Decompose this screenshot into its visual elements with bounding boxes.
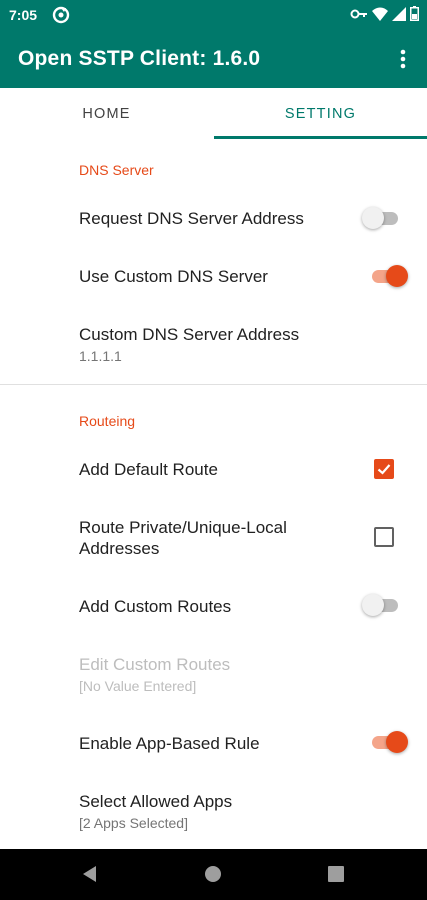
section-header-dns: DNS Server <box>79 162 154 178</box>
signal-icon <box>392 6 406 26</box>
request-dns-switch[interactable] <box>362 207 400 229</box>
status-time: 7:05 <box>9 7 38 23</box>
request-dns-label: Request DNS Server Address <box>79 209 304 228</box>
custom-dns-address-value: 1.1.1.1 <box>79 348 122 364</box>
back-icon[interactable] <box>80 864 100 889</box>
wifi-icon <box>372 7 388 26</box>
use-custom-dns-switch[interactable] <box>370 265 408 287</box>
add-default-route-label: Add Default Route <box>79 460 218 479</box>
enable-app-based-rule-label: Enable App-Based Rule <box>79 734 260 753</box>
tab-bar: HOME SETTING <box>0 88 427 140</box>
home-icon[interactable] <box>204 865 222 888</box>
tab-indicator <box>214 136 427 139</box>
custom-dns-address-row[interactable] <box>0 310 427 380</box>
enable-app-based-rule-switch[interactable] <box>370 731 408 753</box>
app-title: Open SSTP Client: 1.6.0 <box>18 47 261 70</box>
vpn-key-icon <box>350 7 368 26</box>
route-private-checkbox[interactable] <box>374 527 394 547</box>
select-allowed-apps-label: Select Allowed Apps <box>79 792 233 811</box>
section-header-routing: Routeing <box>79 413 136 429</box>
edit-custom-routes-value: [No Value Entered] <box>79 678 197 694</box>
use-custom-dns-label: Use Custom DNS Server <box>79 267 268 286</box>
tab-setting[interactable]: SETTING <box>214 88 427 140</box>
status-icons <box>350 6 419 26</box>
battery-icon <box>410 6 419 26</box>
navigation-bar <box>0 849 427 900</box>
add-custom-routes-label: Add Custom Routes <box>79 597 232 616</box>
edit-custom-routes-label: Edit Custom Routes <box>79 655 231 674</box>
recents-icon[interactable] <box>328 866 344 887</box>
custom-dns-address-label: Custom DNS Server Address <box>79 325 300 344</box>
status-bar: 7:05 <box>0 0 427 30</box>
route-private-label-line1: Route Private/Unique-Local <box>79 518 287 537</box>
add-custom-routes-switch[interactable] <box>362 594 400 616</box>
route-private-label-line2: Addresses <box>79 539 160 558</box>
tab-home[interactable]: HOME <box>0 88 213 140</box>
sync-icon <box>52 6 70 29</box>
add-default-route-checkbox[interactable] <box>374 459 394 479</box>
section-divider <box>0 384 427 385</box>
more-vert-icon[interactable] <box>393 46 413 72</box>
select-allowed-apps-value: [2 Apps Selected] <box>79 815 188 831</box>
app-bar: Open SSTP Client: 1.6.0 <box>0 30 427 88</box>
